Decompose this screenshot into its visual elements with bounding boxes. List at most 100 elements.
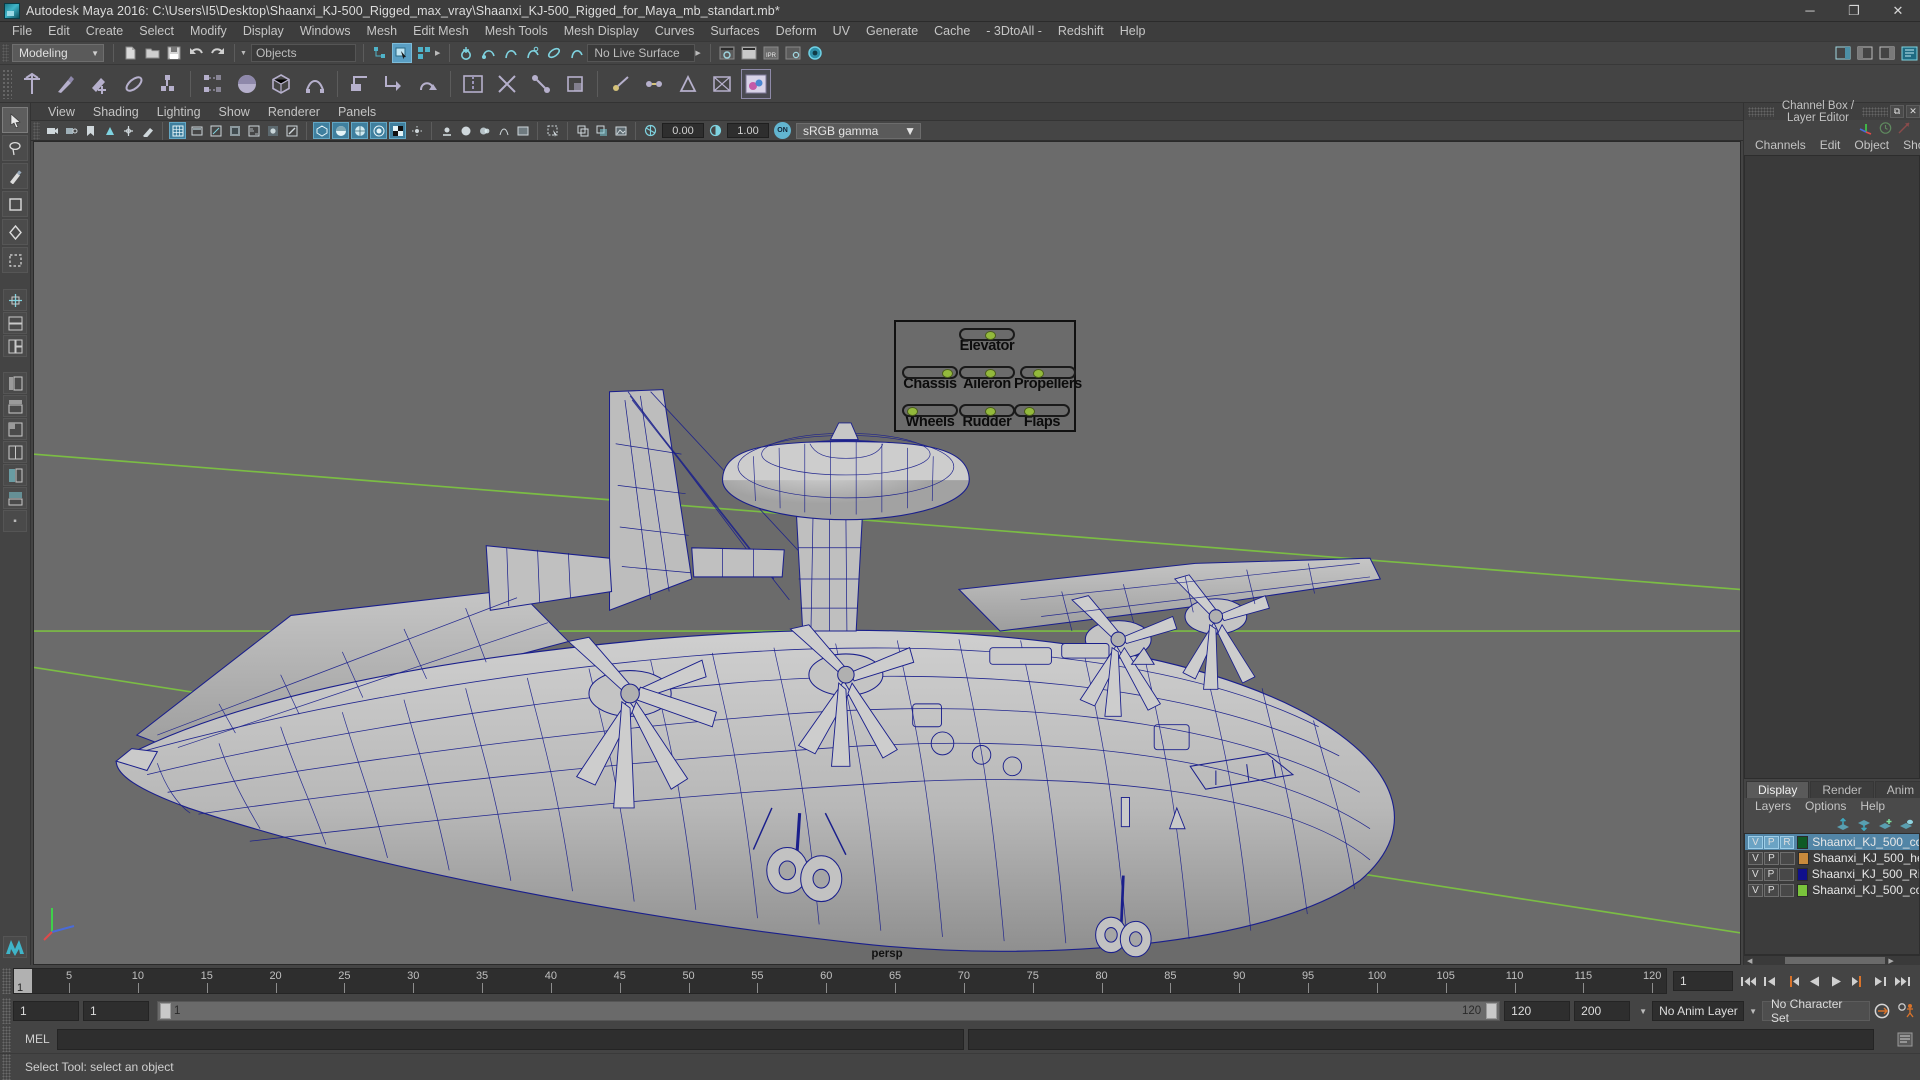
hud-control-wheels[interactable]: Wheels — [902, 404, 958, 430]
prev-key-icon[interactable] — [1783, 972, 1802, 991]
motion-blur-icon[interactable] — [438, 122, 455, 139]
live-surface-field[interactable]: No Live Surface — [587, 44, 696, 62]
bookmark-icon[interactable] — [82, 122, 99, 139]
layer-reference-toggle[interactable] — [1779, 851, 1795, 865]
xray-joints-icon[interactable] — [283, 122, 300, 139]
lasso-tool-button[interactable] — [2, 135, 28, 161]
exposure-icon[interactable] — [642, 122, 659, 139]
command-input-field[interactable] — [57, 1028, 964, 1050]
help-line-grip[interactable] — [2, 1054, 11, 1080]
arrow-slant-icon[interactable] — [1897, 121, 1912, 135]
channel-menu-edit[interactable]: Edit — [1813, 136, 1848, 154]
viewport-layout-three-panes-button[interactable] — [3, 335, 27, 357]
time-slider[interactable]: 1 5 10 15 20 25 30 35 40 45 50 55 60 65 70 75 80 85 90 95 1… — [13, 968, 1667, 994]
dock-close-button[interactable]: ✕ — [1906, 105, 1920, 118]
select-component-icon[interactable] — [414, 43, 434, 63]
menu-windows[interactable]: Windows — [292, 22, 359, 41]
chassis-slider[interactable] — [902, 366, 958, 379]
connect-icon[interactable] — [526, 69, 556, 99]
menu-deform[interactable]: Deform — [768, 22, 825, 41]
clock-icon[interactable] — [1878, 121, 1893, 135]
menu-mesh-tools[interactable]: Mesh Tools — [477, 22, 556, 41]
menu-help[interactable]: Help — [1112, 22, 1154, 41]
menu-redshift[interactable]: Redshift — [1050, 22, 1112, 41]
panel-menu-lighting[interactable]: Lighting — [148, 103, 210, 121]
snap-curve-icon[interactable] — [478, 43, 498, 63]
save-scene-icon[interactable] — [164, 43, 184, 63]
close-button[interactable]: ✕ — [1876, 0, 1920, 21]
animation-preferences-icon[interactable] — [1894, 1002, 1920, 1020]
panel-menu-panels[interactable]: Panels — [329, 103, 385, 121]
propellers-knob[interactable] — [1032, 369, 1044, 378]
use-all-lights-icon[interactable] — [370, 122, 387, 139]
range-bar[interactable]: 1 120 — [157, 1001, 1501, 1021]
next-key-icon[interactable] — [1849, 972, 1868, 991]
menuset-selector[interactable]: Modeling ▼ — [12, 44, 104, 62]
menu-3dtoall[interactable]: - 3DtoAll - — [978, 22, 1050, 41]
panel-menu-show[interactable]: Show — [210, 103, 259, 121]
current-frame-field[interactable]: 1 — [1673, 971, 1733, 991]
layer-visibility-toggle[interactable]: V — [1748, 883, 1763, 897]
layout-preset-e-button[interactable] — [3, 464, 27, 486]
tab-anim[interactable]: Anim — [1874, 781, 1920, 798]
hud-control-aileron[interactable]: Aileron — [959, 366, 1015, 392]
layout-preset-b-button[interactable] — [3, 395, 27, 417]
auto-key-icon[interactable] — [1870, 1002, 1894, 1020]
character-set-selector[interactable]: No Character Set — [1762, 997, 1870, 1025]
gate-mask-icon[interactable] — [226, 122, 243, 139]
ipr-render-icon[interactable]: IPR — [761, 43, 781, 63]
select-camera-icon[interactable] — [44, 122, 61, 139]
transfer-attributes-icon[interactable] — [198, 69, 228, 99]
select-hierarchy-icon[interactable] — [370, 43, 390, 63]
render-sequence-icon[interactable] — [739, 43, 759, 63]
animation-start-field[interactable]: 1 — [13, 1001, 79, 1021]
layer-menu-layers[interactable]: Layers — [1748, 798, 1798, 815]
selection-mask-arrow-icon[interactable]: ▼ — [240, 50, 247, 57]
shadows-icon[interactable] — [389, 122, 406, 139]
perspective-viewport[interactable]: Elevator Chassis Aileron Propellers Whee… — [33, 141, 1741, 965]
uv-editor-shelf-icon[interactable] — [741, 68, 771, 99]
two-d-pan-zoom-icon[interactable] — [120, 122, 137, 139]
range-start-field[interactable]: 1 — [83, 1001, 149, 1021]
menu-generate[interactable]: Generate — [858, 22, 926, 41]
grease-pencil-icon[interactable] — [139, 122, 156, 139]
gamma-value-field[interactable]: 1.00 — [727, 123, 769, 138]
step-forward-frame-icon[interactable] — [1871, 972, 1890, 991]
layer-playback-toggle[interactable]: P — [1763, 883, 1779, 897]
mask-more-arrow-icon[interactable]: ▶ — [435, 49, 440, 57]
bridge-icon[interactable] — [413, 69, 443, 99]
xray-icon[interactable] — [264, 122, 281, 139]
copy-view-icon[interactable] — [593, 122, 610, 139]
layer-color-swatch[interactable] — [1797, 851, 1809, 865]
menu-display[interactable]: Display — [235, 22, 292, 41]
dock-grip[interactable] — [1748, 106, 1774, 117]
hud-control-rudder[interactable]: Rudder — [959, 404, 1015, 430]
layer-row[interactable]: V P Shaanxi_KJ_500_control — [1745, 882, 1919, 898]
paint-tool-icon[interactable] — [51, 69, 81, 99]
scroll-right-icon[interactable]: ▶ — [1885, 957, 1896, 965]
layer-visibility-toggle[interactable]: V — [1748, 835, 1763, 849]
menu-curves[interactable]: Curves — [647, 22, 703, 41]
merge-vertices-icon[interactable] — [639, 69, 669, 99]
bevel-icon[interactable] — [379, 69, 409, 99]
render-toggle-icon[interactable] — [805, 43, 825, 63]
elevator-knob[interactable] — [985, 331, 996, 340]
channel-box-attribute-list[interactable] — [1744, 155, 1920, 779]
propellers-slider[interactable] — [1019, 366, 1076, 379]
cube-primitive-icon[interactable] — [266, 69, 296, 99]
channel-menu-channels[interactable]: Channels — [1748, 136, 1813, 154]
chamfer-vertex-icon[interactable] — [673, 69, 703, 99]
time-cursor[interactable]: 1 — [14, 969, 32, 993]
rudder-slider[interactable] — [959, 404, 1015, 417]
dock-float-button[interactable]: ⧉ — [1890, 105, 1904, 118]
layer-row[interactable]: V P Shaanxi_KJ_500_helper — [1745, 850, 1919, 866]
gamma-icon[interactable] — [707, 122, 724, 139]
sculpt-tool-icon[interactable] — [85, 69, 115, 99]
shelf-grip[interactable] — [2, 68, 12, 99]
smooth-mesh-icon[interactable] — [300, 69, 330, 99]
layout-more-button[interactable]: ▪ — [3, 510, 27, 532]
hud-control-flaps[interactable]: Flaps — [1014, 404, 1070, 430]
character-set-chevron-icon[interactable]: ▼ — [1749, 1007, 1757, 1016]
anim-layer-selector[interactable]: No Anim Layer — [1652, 1001, 1745, 1021]
layer-visibility-toggle[interactable]: V — [1748, 867, 1763, 881]
